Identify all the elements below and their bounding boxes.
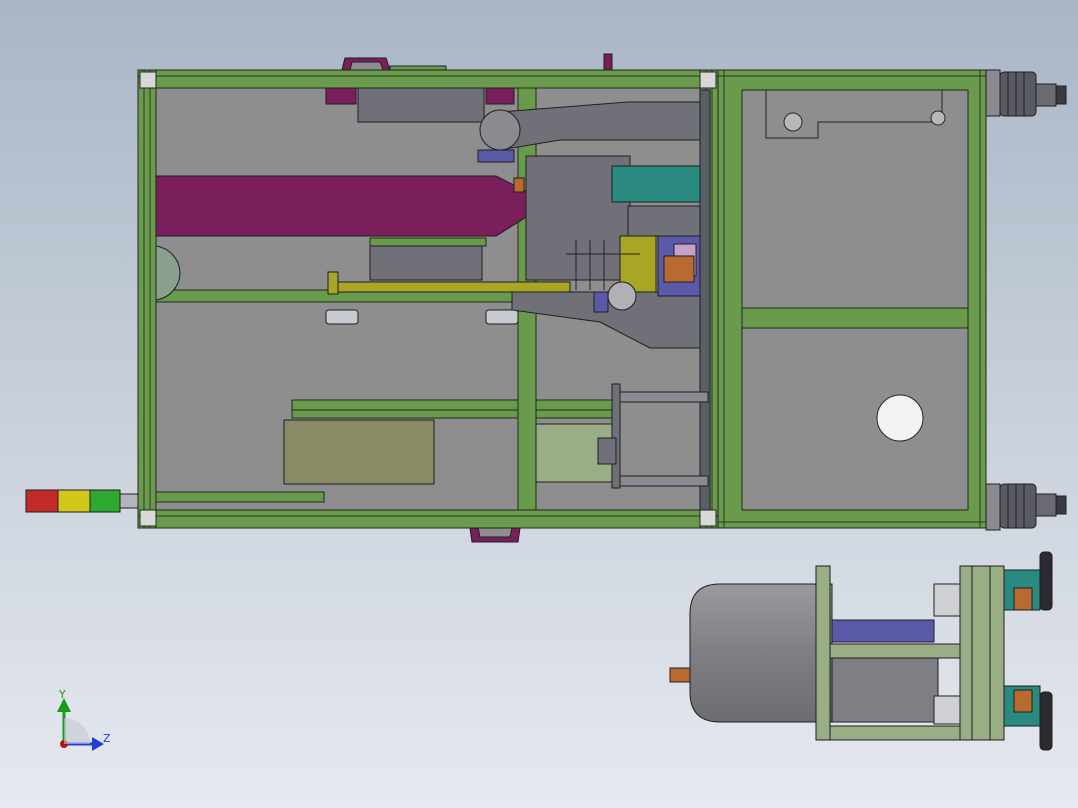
magenta-clamp bbox=[485, 87, 515, 105]
magenta-duct bbox=[155, 175, 529, 237]
top-rail bbox=[389, 65, 447, 71]
cad-drawing bbox=[0, 0, 1078, 808]
frame-bar-bottom bbox=[137, 509, 719, 529]
side-frame-rail bbox=[829, 643, 963, 659]
corner-fitting bbox=[699, 71, 717, 89]
cylinder-block bbox=[597, 437, 617, 465]
handle-top-inner bbox=[349, 61, 384, 71]
signal-base bbox=[119, 493, 139, 509]
motor-shaft bbox=[669, 667, 691, 683]
side-bracket bbox=[933, 695, 961, 725]
guide-block bbox=[369, 245, 483, 281]
side-frame-column bbox=[959, 565, 1005, 741]
corner-fitting bbox=[139, 509, 157, 527]
signal-segment-green bbox=[89, 489, 121, 513]
motor-housing bbox=[689, 583, 833, 723]
roller-wheel bbox=[479, 109, 521, 151]
wheel-side bbox=[1039, 551, 1053, 611]
khaki-plate bbox=[283, 419, 435, 485]
frame-bar-left bbox=[137, 69, 157, 529]
y-axis-label: Y bbox=[59, 688, 66, 701]
olive-rail bbox=[333, 281, 571, 293]
purple-pad bbox=[593, 291, 609, 313]
cylinder-plate bbox=[611, 383, 621, 489]
handle-bottom-inner bbox=[477, 527, 513, 538]
side-frame-rail bbox=[829, 725, 963, 741]
top-pin bbox=[603, 53, 613, 71]
mount-hole bbox=[930, 110, 946, 126]
cad-model-viewport[interactable]: Y Z bbox=[0, 0, 1078, 808]
electrical-cabinet bbox=[717, 69, 987, 529]
cross-bar bbox=[291, 399, 613, 411]
signal-segment-red bbox=[25, 489, 59, 513]
small-pulley bbox=[607, 281, 637, 311]
cross-bar bbox=[155, 491, 325, 503]
teal-carriage bbox=[611, 165, 705, 203]
cylinder-rod bbox=[619, 475, 709, 487]
purple-arm bbox=[477, 149, 515, 163]
mechanism-plate bbox=[627, 205, 711, 237]
side-frame-post bbox=[815, 565, 831, 741]
wheel-side bbox=[1039, 691, 1053, 751]
magenta-clamp bbox=[325, 87, 357, 105]
cable-port bbox=[876, 394, 924, 442]
cabinet-panel-lower bbox=[741, 327, 969, 511]
z-axis-label: Z bbox=[103, 732, 111, 745]
top-block bbox=[357, 87, 485, 123]
orange-stud bbox=[513, 177, 525, 193]
cross-bar bbox=[291, 409, 613, 419]
right-column bbox=[699, 89, 711, 511]
vertical-bar bbox=[369, 237, 487, 247]
signal-segment-yellow bbox=[57, 489, 91, 513]
mount-hole bbox=[783, 112, 803, 132]
side-bracket bbox=[933, 583, 961, 617]
cabinet-divider bbox=[741, 307, 969, 329]
slot-tab bbox=[485, 309, 519, 325]
orange-insert bbox=[663, 255, 695, 283]
slot-tab bbox=[325, 309, 359, 325]
corner-fitting bbox=[699, 509, 717, 527]
rail-stop bbox=[327, 271, 339, 295]
cylinder-rod bbox=[619, 391, 709, 403]
frame-bar-top bbox=[137, 69, 719, 89]
corner-fitting bbox=[139, 71, 157, 89]
purple-guide bbox=[831, 619, 935, 643]
